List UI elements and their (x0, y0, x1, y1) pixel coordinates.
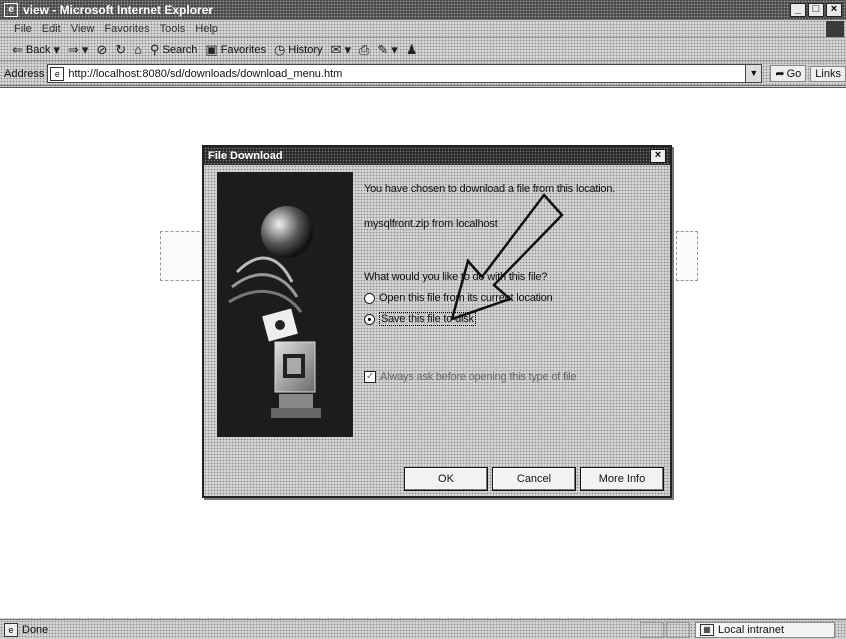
messenger-icon: ♟ (405, 41, 418, 57)
dropdown-icon[interactable]: ▾ (344, 42, 351, 58)
menu-help[interactable]: Help (195, 23, 218, 35)
address-url: http://localhost:8080/sd/downloads/downl… (68, 67, 343, 80)
dropdown-icon[interactable]: ▾ (391, 42, 398, 58)
intranet-icon: ▦ (700, 624, 714, 636)
search-icon: ⚲ (150, 41, 160, 57)
minimize-button[interactable]: _ (790, 3, 806, 17)
status-cell (640, 622, 664, 638)
favorites-icon: ▣ (205, 41, 218, 57)
menu-favorites[interactable]: Favorites (104, 23, 149, 35)
refresh-button[interactable]: ↻ (115, 42, 126, 58)
address-bar: Address e http://localhost:8080/sd/downl… (0, 62, 846, 86)
cancel-button[interactable]: Cancel (492, 467, 576, 491)
close-button[interactable]: × (826, 3, 842, 17)
mail-icon: ✉ (330, 41, 342, 57)
menu-file[interactable]: File (14, 23, 32, 35)
dropdown-icon[interactable]: ▾ (53, 42, 60, 58)
window-title-bar: e view - Microsoft Internet Explorer _ □… (0, 0, 846, 20)
maximize-button[interactable]: □ (808, 3, 824, 17)
edit-button[interactable]: ✎ ▾ (377, 42, 397, 58)
go-button[interactable]: ➦ Go (770, 65, 807, 82)
address-input[interactable]: e http://localhost:8080/sd/downloads/dow… (47, 64, 763, 83)
menu-view[interactable]: View (71, 23, 95, 35)
status-text: Done (22, 623, 49, 636)
address-label: Address (4, 67, 45, 80)
menu-bar: File Edit View Favorites Tools Help (0, 20, 846, 38)
edit-icon: ✎ (377, 41, 389, 57)
back-arrow-icon: ⇐ (12, 41, 23, 57)
ok-button[interactable]: OK (404, 467, 488, 491)
more-info-button[interactable]: More Info (580, 467, 664, 491)
toolbar: ⇐ Back ▾ ⇒ ▾ ⊘ ↻ ⌂ ⚲ Search ▣ Favorites … (0, 39, 846, 61)
back-button[interactable]: ⇐ Back ▾ (12, 42, 60, 58)
stop-icon: ⊘ (96, 41, 108, 57)
status-cell (666, 622, 690, 638)
ie-icon: e (4, 3, 18, 17)
windows-logo-icon (826, 21, 844, 37)
home-button[interactable]: ⌂ (134, 42, 142, 57)
always-ask-label: Always ask before opening this type of f… (380, 371, 577, 383)
address-dropdown-icon[interactable]: ▼ (745, 65, 762, 82)
print-icon: ⎙ (358, 41, 370, 57)
back-label: Back (25, 43, 51, 56)
links-button[interactable]: Links (810, 65, 846, 82)
search-label: Search (162, 43, 198, 56)
always-ask-option[interactable]: ✓ Always ask before opening this type of … (364, 371, 577, 384)
file-download-dialog: File Download × You have chosen to downl… (202, 145, 672, 498)
forward-button[interactable]: ⇒ ▾ (68, 42, 88, 58)
go-arrow-icon: ➦ (775, 68, 785, 80)
menu-table-right (676, 231, 698, 281)
search-button[interactable]: ⚲ Search (150, 42, 197, 58)
download-arrow-icon (450, 193, 564, 321)
dialog-close-button[interactable]: × (650, 149, 666, 163)
mail-button[interactable]: ✉ ▾ (331, 42, 351, 58)
dropdown-icon[interactable]: ▾ (82, 42, 89, 58)
download-illustration (217, 172, 353, 437)
home-icon: ⌂ (134, 42, 143, 57)
favorites-button[interactable]: ▣ Favorites (205, 42, 266, 58)
open-radio[interactable] (364, 292, 375, 304)
history-icon: ◷ (273, 41, 286, 57)
history-label: History (288, 43, 323, 56)
security-zone-label: Local intranet (718, 624, 785, 636)
window-title: view - Microsoft Internet Explorer (23, 3, 214, 17)
globe-computer-icon (217, 172, 353, 437)
dialog-title: File Download (204, 147, 670, 165)
print-button[interactable]: ⎙ (359, 42, 369, 58)
stop-button[interactable]: ⊘ (96, 42, 107, 58)
refresh-icon: ↻ (115, 41, 127, 57)
page-icon: e (50, 66, 65, 81)
status-bar: e Done ▦ Local intranet (0, 619, 846, 639)
messenger-button[interactable]: ♟ (406, 42, 418, 58)
menu-tools[interactable]: Tools (160, 23, 186, 35)
menu-edit[interactable]: Edit (42, 23, 61, 35)
save-radio[interactable] (364, 313, 375, 325)
always-ask-checkbox[interactable]: ✓ (364, 371, 376, 384)
security-zone: ▦ Local intranet (695, 622, 835, 638)
go-label: Go (786, 67, 802, 80)
page-status-icon: e (4, 622, 18, 637)
forward-arrow-icon: ⇒ (67, 41, 79, 57)
history-button[interactable]: ◷ History (274, 42, 323, 58)
favorites-label: Favorites (220, 43, 266, 56)
